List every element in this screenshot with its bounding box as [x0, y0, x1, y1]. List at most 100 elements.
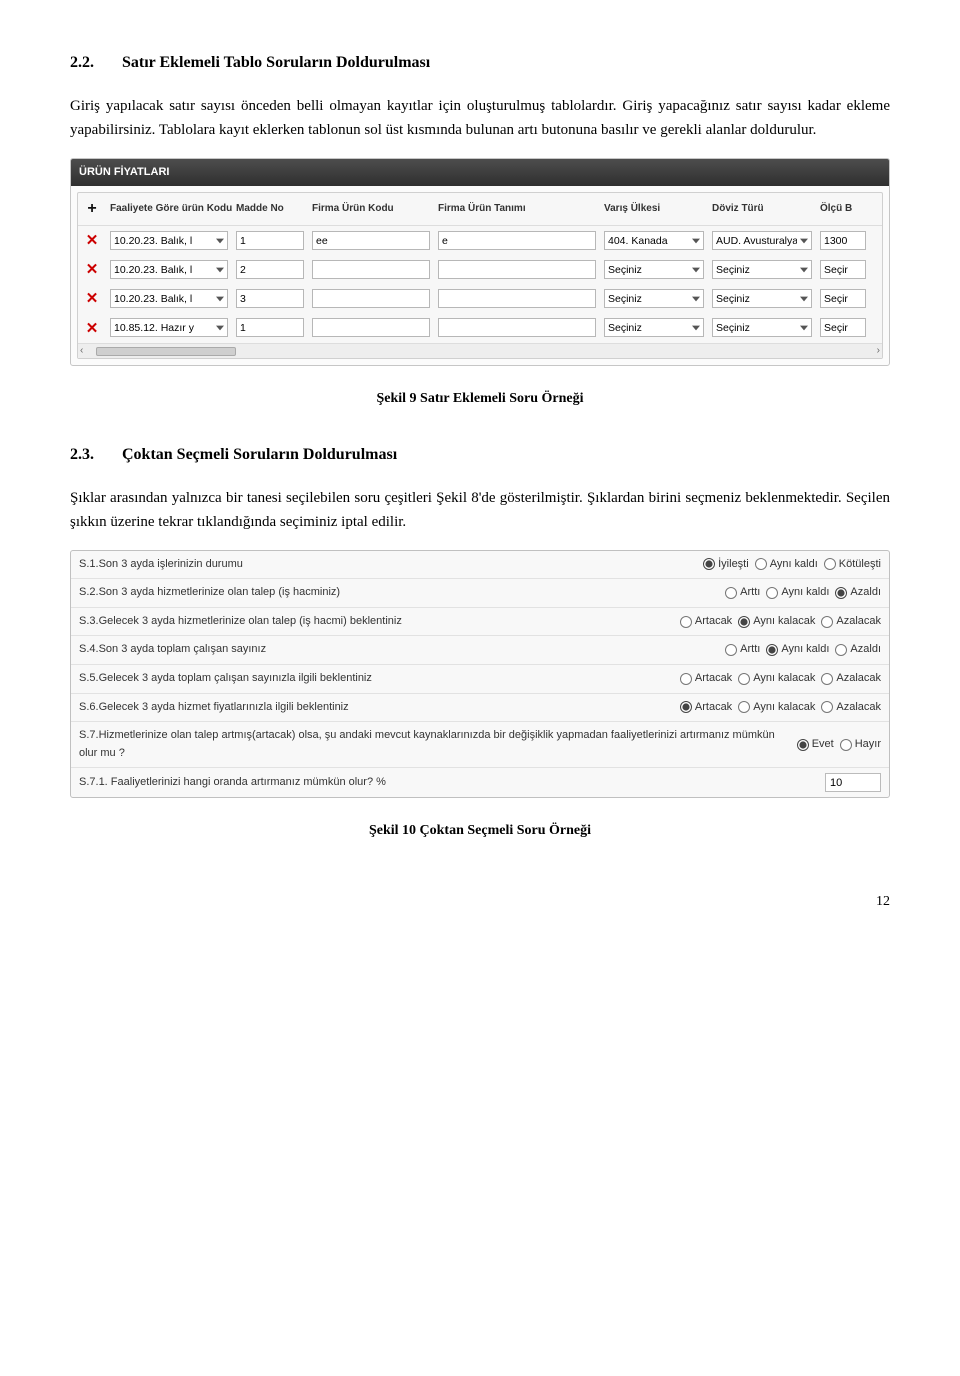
radio-option[interactable]: Aynı kalacak: [738, 670, 815, 688]
radio-option[interactable]: Aynı kaldı: [766, 584, 829, 602]
fig9-madde-input[interactable]: [236, 231, 304, 250]
radio-input[interactable]: [738, 701, 750, 713]
radio-label: Azalacak: [836, 699, 881, 717]
radio-group: Arttı Aynı kaldı Azaldı: [725, 584, 881, 602]
fig10-row: S.5.Gelecek 3 ayda toplam çalışan sayını…: [71, 665, 889, 694]
radio-label: Artacak: [695, 670, 732, 688]
fig9-madde-input[interactable]: [236, 260, 304, 279]
radio-option[interactable]: Azalacak: [821, 670, 881, 688]
radio-input[interactable]: [680, 673, 692, 685]
fig9-col-doviz: Döviz Türü: [708, 198, 816, 220]
radio-option[interactable]: Arttı: [725, 641, 760, 659]
radio-input[interactable]: [821, 701, 833, 713]
fig9-kodu-input[interactable]: [312, 318, 430, 337]
radio-input[interactable]: [766, 587, 778, 599]
radio-option[interactable]: Artacak: [680, 613, 732, 631]
radio-input[interactable]: [835, 587, 847, 599]
radio-label: Aynı kaldı: [781, 641, 829, 659]
fig9-cpa-select[interactable]: 10.20.23. Balık, l: [110, 231, 228, 250]
fig10-row: S.2.Son 3 ayda hizmetlerinize olan talep…: [71, 579, 889, 608]
fig9-olcu-input[interactable]: [820, 231, 866, 250]
fig9-row-delete[interactable]: ✕: [78, 259, 106, 280]
radio-option[interactable]: Artacak: [680, 670, 732, 688]
radio-option[interactable]: Hayır: [840, 736, 881, 754]
fig9-title: ÜRÜN FİYATLARI: [71, 159, 889, 187]
fig9-cpa-select[interactable]: 10.20.23. Balık, l: [110, 260, 228, 279]
radio-option[interactable]: Aynı kalacak: [738, 699, 815, 717]
scroll-left-icon: ‹: [80, 343, 83, 359]
radio-input[interactable]: [797, 739, 809, 751]
radio-option[interactable]: Arttı: [725, 584, 760, 602]
fig9-row-delete[interactable]: ✕: [78, 288, 106, 309]
radio-option[interactable]: Azaldı: [835, 641, 881, 659]
fig9-doviz-select[interactable]: Seçiniz: [712, 289, 812, 308]
fig9-kodu-input[interactable]: [312, 260, 430, 279]
radio-group: Artacak Aynı kalacak Azalacak: [680, 670, 881, 688]
radio-option[interactable]: Aynı kalacak: [738, 613, 815, 631]
radio-input[interactable]: [680, 616, 692, 628]
fig9-doviz-select[interactable]: AUD. Avusturalya: [712, 231, 812, 250]
fig9-add-row[interactable]: +: [78, 199, 106, 219]
radio-option[interactable]: Aynı kaldı: [755, 556, 818, 574]
radio-input[interactable]: [725, 587, 737, 599]
fig10-text-input[interactable]: [825, 773, 881, 792]
radio-input[interactable]: [821, 673, 833, 685]
fig9-tanim-input[interactable]: [438, 260, 596, 279]
fig10-row: S.6.Gelecek 3 ayda hizmet fiyatlarınızla…: [71, 694, 889, 723]
radio-option[interactable]: Azalacak: [821, 699, 881, 717]
close-icon: ✕: [86, 233, 99, 248]
radio-group: Artacak Aynı kalacak Azalacak: [680, 613, 881, 631]
fig9-tanim-input[interactable]: [438, 318, 596, 337]
fig9-kodu-input[interactable]: [312, 231, 430, 250]
radio-input[interactable]: [824, 558, 836, 570]
radio-option[interactable]: Azalacak: [821, 613, 881, 631]
fig9-row-delete[interactable]: ✕: [78, 230, 106, 251]
fig9-cpa-select[interactable]: 10.20.23. Balık, l: [110, 289, 228, 308]
radio-input[interactable]: [738, 616, 750, 628]
fig9-tanim-input[interactable]: [438, 289, 596, 308]
fig9-doviz-select[interactable]: Seçiniz: [712, 318, 812, 337]
fig9-row-delete[interactable]: ✕: [78, 318, 106, 339]
fig9-ulke-select[interactable]: 404. Kanada: [604, 231, 704, 250]
section-2-2-num: 2.2.: [70, 50, 94, 76]
fig9-olcu-input[interactable]: [820, 260, 866, 279]
fig9-olcu-input[interactable]: [820, 318, 866, 337]
section-2-2-title: Satır Eklemeli Tablo Soruların Doldurulm…: [122, 50, 430, 76]
radio-option[interactable]: Artacak: [680, 699, 732, 717]
radio-input[interactable]: [725, 644, 737, 656]
fig9-madde-input[interactable]: [236, 318, 304, 337]
fig9-ulke-select[interactable]: Seçiniz: [604, 260, 704, 279]
radio-input[interactable]: [766, 644, 778, 656]
fig9-ulke-select[interactable]: Seçiniz: [604, 318, 704, 337]
fig9-olcu-input[interactable]: [820, 289, 866, 308]
figure-9-caption: Şekil 9 Satır Eklemeli Soru Örneği: [70, 388, 890, 410]
radio-input[interactable]: [755, 558, 767, 570]
fig9-cpa-select[interactable]: 10.85.12. Hazır y: [110, 318, 228, 337]
radio-label: Hayır: [855, 736, 881, 754]
radio-input[interactable]: [835, 644, 847, 656]
radio-input[interactable]: [840, 739, 852, 751]
fig9-madde-input[interactable]: [236, 289, 304, 308]
radio-label: Azalacak: [836, 613, 881, 631]
fig9-doviz-select[interactable]: Seçiniz: [712, 260, 812, 279]
fig9-tanim-input[interactable]: [438, 231, 596, 250]
radio-input[interactable]: [738, 673, 750, 685]
radio-option[interactable]: Kötüleşti: [824, 556, 881, 574]
table-row: ✕ 10.20.23. Balık, l Seçiniz Seçiniz: [78, 284, 882, 313]
radio-option[interactable]: Evet: [797, 736, 834, 754]
radio-input[interactable]: [821, 616, 833, 628]
radio-option[interactable]: İyileşti: [703, 556, 749, 574]
radio-option[interactable]: Azaldı: [835, 584, 881, 602]
radio-input[interactable]: [703, 558, 715, 570]
fig9-kodu-input[interactable]: [312, 289, 430, 308]
radio-option[interactable]: Aynı kaldı: [766, 641, 829, 659]
fig10-question: S.3.Gelecek 3 ayda hizmetlerinize olan t…: [79, 613, 670, 631]
radio-input[interactable]: [680, 701, 692, 713]
figure-9-container: ÜRÜN FİYATLARI + Faaliyete Göre ürün Kod…: [70, 158, 890, 366]
fig9-horizontal-scrollbar[interactable]: ‹ ›: [78, 343, 882, 358]
figure-10-caption: Şekil 10 Çoktan Seçmeli Soru Örneği: [70, 820, 890, 842]
scrollbar-thumb[interactable]: [96, 347, 236, 356]
radio-group: Artacak Aynı kalacak Azalacak: [680, 699, 881, 717]
section-2-3-title: Çoktan Seçmeli Soruların Doldurulması: [122, 442, 397, 468]
fig9-ulke-select[interactable]: Seçiniz: [604, 289, 704, 308]
